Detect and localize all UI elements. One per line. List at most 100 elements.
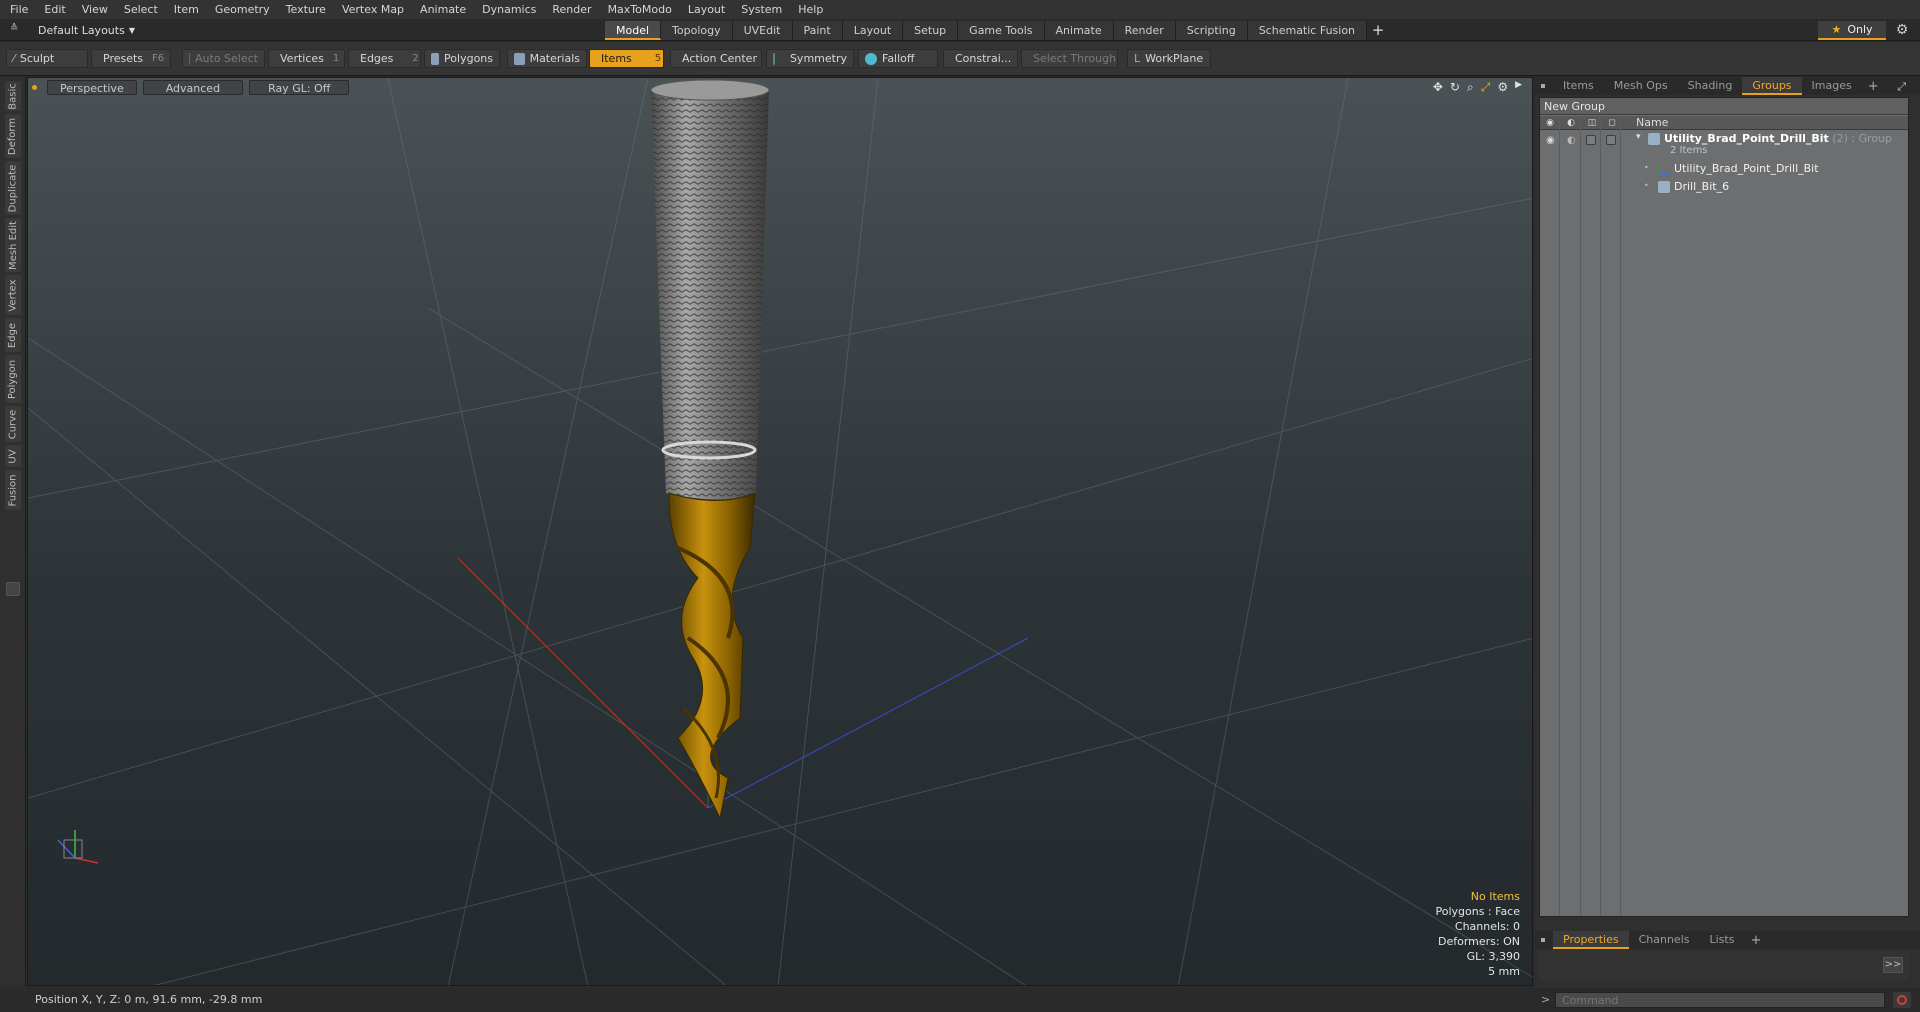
command-history-icon[interactable]: > xyxy=(1541,993,1550,1006)
collapse-arrow-icon[interactable]: ▾ xyxy=(1636,132,1641,142)
menu-edit[interactable]: Edit xyxy=(38,3,75,16)
collapse-icon[interactable]: ≙ xyxy=(10,23,18,34)
pan-icon[interactable]: ✥ xyxy=(1433,80,1443,95)
edges-button[interactable]: Edges 2 xyxy=(348,49,421,68)
new-group-button[interactable]: New Group xyxy=(1540,98,1908,115)
tab-animate[interactable]: Animate xyxy=(1044,21,1114,40)
command-input[interactable] xyxy=(1555,992,1885,1008)
fit-icon[interactable]: ⤢ xyxy=(1481,80,1491,95)
tab-properties[interactable]: Properties xyxy=(1553,931,1629,949)
only-button[interactable]: ★ Only xyxy=(1818,21,1886,40)
menu-view[interactable]: View xyxy=(76,3,118,16)
polygons-button[interactable]: Polygons xyxy=(424,49,500,68)
menu-texture[interactable]: Texture xyxy=(280,3,336,16)
tab-uvedit[interactable]: UVEdit xyxy=(732,21,793,40)
menu-file[interactable]: File xyxy=(4,3,38,16)
vtab-basic[interactable]: Basic xyxy=(5,81,21,111)
items-button[interactable]: Items 5 xyxy=(589,49,664,68)
tab-topology[interactable]: Topology xyxy=(661,21,733,40)
render-icon[interactable]: ◐ xyxy=(1567,135,1579,146)
tab-images[interactable]: Images xyxy=(1802,77,1862,95)
menu-layout[interactable]: Layout xyxy=(682,3,735,16)
rotate-icon[interactable]: ↻ xyxy=(1450,80,1460,95)
expand-forward-icon[interactable]: >> xyxy=(1883,957,1903,973)
layout-dropdown[interactable]: ≙ Default Layouts ▼ xyxy=(4,22,135,38)
menu-select[interactable]: Select xyxy=(118,3,168,16)
menu-geometry[interactable]: Geometry xyxy=(209,3,280,16)
vtab-duplicate[interactable]: Duplicate xyxy=(5,161,21,215)
gear-icon[interactable]: ⚙ xyxy=(1894,22,1910,38)
add-tab-icon[interactable]: + xyxy=(1744,933,1767,948)
name-column-header[interactable]: Name xyxy=(1636,116,1668,130)
tab-groups[interactable]: Groups xyxy=(1742,77,1802,95)
lock-checkbox[interactable] xyxy=(1586,135,1596,145)
zoom-icon[interactable]: ⌕ xyxy=(1467,80,1474,95)
expand-panel-icon[interactable]: ⤢ xyxy=(1897,80,1906,94)
group-row[interactable]: ◉ ◐ ▾ Utility_Brad_Point_Drill_Bit (2) :… xyxy=(1540,131,1908,159)
select-column-icon[interactable]: ◻ xyxy=(1606,117,1618,129)
panel-menu-icon[interactable] xyxy=(1541,84,1545,88)
symmetry-button[interactable]: Symmetry xyxy=(766,49,854,68)
visibility-column-icon[interactable]: ◉ xyxy=(1544,117,1556,129)
shading-mode-dropdown[interactable]: Advanced xyxy=(142,79,244,95)
select-through-button[interactable]: Select Through xyxy=(1021,49,1118,68)
select-checkbox[interactable] xyxy=(1606,135,1616,145)
tab-paint[interactable]: Paint xyxy=(792,21,843,40)
raygl-toggle[interactable]: Ray GL: Off xyxy=(249,79,350,95)
menu-system[interactable]: System xyxy=(735,3,792,16)
tab-mesh-ops[interactable]: Mesh Ops xyxy=(1604,77,1678,95)
action-center-button[interactable]: Action Center xyxy=(670,49,762,68)
vtab-vertex[interactable]: Vertex xyxy=(5,275,21,315)
presets-label: Presets xyxy=(103,52,144,65)
vtab-deform[interactable]: Deform xyxy=(5,114,21,158)
falloff-button[interactable]: Falloff xyxy=(858,49,938,68)
vtab-edge[interactable]: Edge xyxy=(5,318,21,352)
vtab-uv[interactable]: UV xyxy=(5,445,21,467)
tab-channels[interactable]: Channels xyxy=(1629,931,1700,949)
menu-render[interactable]: Render xyxy=(546,3,601,16)
panel-menu-icon[interactable] xyxy=(1541,938,1545,942)
stop-icon[interactable] xyxy=(1893,992,1911,1008)
tab-lists[interactable]: Lists xyxy=(1700,931,1745,949)
viewport-settings-icon[interactable]: ⚙ xyxy=(1497,80,1508,95)
constrain-label: Constrai... xyxy=(955,52,1012,65)
vtab-fusion[interactable]: Fusion xyxy=(5,470,21,510)
tab-game-tools[interactable]: Game Tools xyxy=(958,21,1045,40)
workplane-button[interactable]: L WorkPlane xyxy=(1127,49,1211,68)
tab-model[interactable]: Model xyxy=(605,21,662,40)
tab-layout[interactable]: Layout xyxy=(842,21,904,40)
vertices-button[interactable]: Vertices 1 xyxy=(268,49,345,68)
lock-column-icon[interactable]: ◫ xyxy=(1586,117,1598,129)
menu-maxtomodo[interactable]: MaxToModo xyxy=(602,3,682,16)
menu-animate[interactable]: Animate xyxy=(414,3,476,16)
add-layout-icon[interactable]: + xyxy=(1367,21,1389,40)
menu-dynamics[interactable]: Dynamics xyxy=(476,3,546,16)
materials-button[interactable]: Materials xyxy=(507,49,587,68)
viewport-expand-icon[interactable]: ▶ xyxy=(1515,80,1522,95)
tab-schematic-fusion[interactable]: Schematic Fusion xyxy=(1247,21,1368,40)
constrain-button[interactable]: Constrai... xyxy=(943,49,1018,68)
vtab-mesh-edit[interactable]: Mesh Edit xyxy=(5,218,21,272)
menu-item[interactable]: Item xyxy=(168,3,209,16)
vtab-curve[interactable]: Curve xyxy=(5,406,21,442)
group-child-row[interactable]: • Utility_Brad_Point_Drill_Bit xyxy=(1540,161,1908,177)
eye-icon[interactable]: ◉ xyxy=(1546,135,1558,146)
viewport-menu-icon[interactable] xyxy=(32,84,37,90)
auto-select-button[interactable]: Auto Select xyxy=(182,49,265,68)
tab-shading[interactable]: Shading xyxy=(1678,77,1743,95)
view-type-dropdown[interactable]: Perspective xyxy=(47,79,137,95)
add-tab-icon[interactable]: + xyxy=(1862,79,1885,94)
sculpt-button[interactable]: ⁄ Sculpt xyxy=(6,49,88,68)
tab-items[interactable]: Items xyxy=(1553,77,1604,95)
render-column-icon[interactable]: ◐ xyxy=(1565,117,1577,129)
3d-viewport[interactable]: Perspective Advanced Ray GL: Off ✥ ↻ ⌕ ⤢… xyxy=(27,77,1533,986)
group-child-row[interactable]: • Drill_Bit_6 xyxy=(1540,179,1908,195)
panel-toggle-button[interactable] xyxy=(6,582,20,596)
tab-render[interactable]: Render xyxy=(1113,21,1176,40)
menu-vertex-map[interactable]: Vertex Map xyxy=(336,3,414,16)
presets-button[interactable]: Presets F6 xyxy=(91,49,171,68)
vtab-polygon[interactable]: Polygon xyxy=(5,355,21,403)
tab-scripting[interactable]: Scripting xyxy=(1175,21,1248,40)
tab-setup[interactable]: Setup xyxy=(903,21,959,40)
menu-help[interactable]: Help xyxy=(792,3,833,16)
